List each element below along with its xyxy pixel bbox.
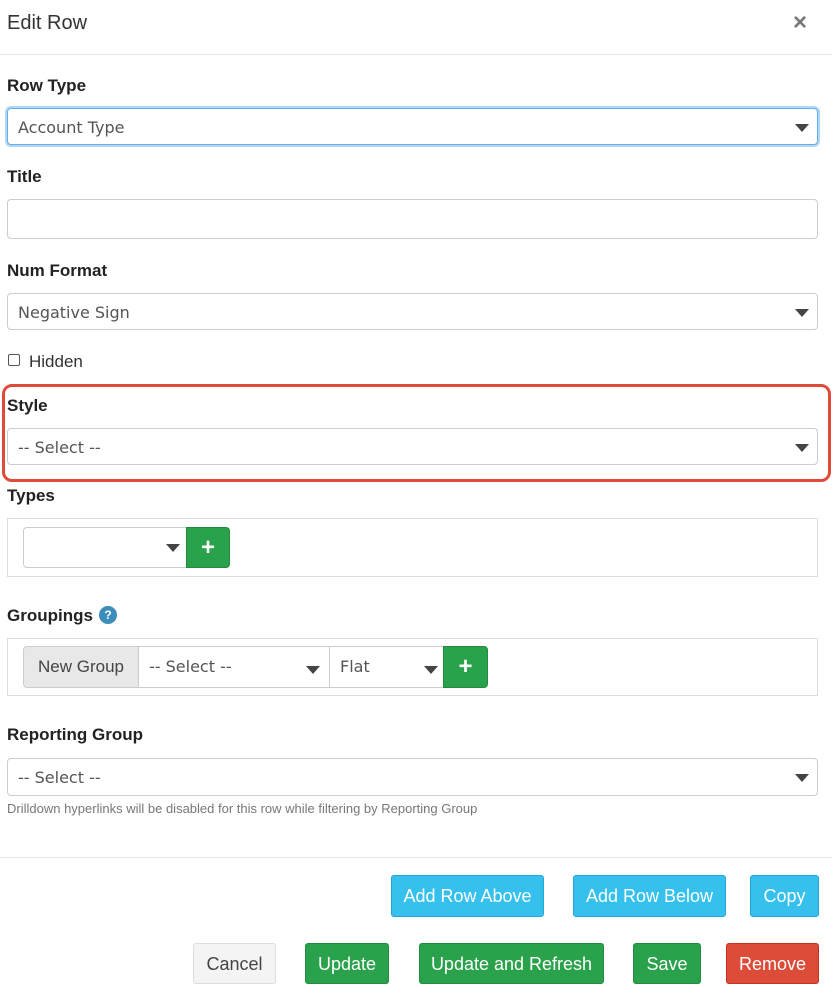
new-group-addon: New Group xyxy=(23,646,139,688)
modal-header: Edit Row × xyxy=(0,0,832,55)
grouping-mode-select[interactable]: Flat xyxy=(329,646,444,688)
update-button[interactable]: Update xyxy=(305,943,389,984)
cancel-button[interactable]: Cancel xyxy=(193,943,276,984)
num-format-label: Num Format xyxy=(7,261,108,280)
row-type-select[interactable]: Account Type xyxy=(7,108,818,145)
remove-button[interactable]: Remove xyxy=(726,943,819,984)
chevron-down-icon xyxy=(424,666,438,674)
chevron-down-icon xyxy=(795,309,809,317)
num-format-select[interactable]: Negative Sign xyxy=(7,293,818,330)
groupings-label: Groupings xyxy=(7,606,93,625)
add-grouping-button[interactable]: + xyxy=(443,646,488,688)
num-format-value: Negative Sign xyxy=(18,303,130,322)
grouping-select[interactable]: -- Select -- xyxy=(138,646,330,688)
copy-button[interactable]: Copy xyxy=(750,875,819,917)
reporting-group-select[interactable]: -- Select -- xyxy=(7,758,818,796)
chevron-down-icon xyxy=(795,124,809,132)
grouping-select-value: -- Select -- xyxy=(149,657,232,676)
row-type-label: Row Type xyxy=(7,76,87,95)
title-input[interactable] xyxy=(7,199,818,239)
hidden-label: Hidden xyxy=(29,352,83,371)
chevron-down-icon xyxy=(166,544,180,552)
help-icon[interactable]: ? xyxy=(99,606,117,624)
hidden-checkbox[interactable] xyxy=(8,354,20,366)
reporting-group-label: Reporting Group xyxy=(7,725,143,744)
types-select[interactable] xyxy=(23,527,187,568)
reporting-group-value: -- Select -- xyxy=(18,768,101,787)
save-button[interactable]: Save xyxy=(633,943,701,984)
title-label: Title xyxy=(7,167,42,186)
style-select[interactable]: -- Select -- xyxy=(7,428,818,465)
add-row-below-button[interactable]: Add Row Below xyxy=(573,875,726,917)
style-value: -- Select -- xyxy=(18,438,101,457)
add-type-button[interactable]: + xyxy=(186,527,230,568)
chevron-down-icon xyxy=(795,444,809,452)
close-icon[interactable]: × xyxy=(793,11,807,35)
update-and-refresh-button[interactable]: Update and Refresh xyxy=(419,943,604,984)
add-row-above-button[interactable]: Add Row Above xyxy=(391,875,544,917)
plus-icon: + xyxy=(458,653,473,680)
chevron-down-icon xyxy=(795,774,809,782)
row-type-value: Account Type xyxy=(18,118,125,137)
chevron-down-icon xyxy=(306,666,320,674)
grouping-mode-value: Flat xyxy=(340,657,370,676)
reporting-group-hint: Drilldown hyperlinks will be disabled fo… xyxy=(7,801,478,816)
plus-icon: + xyxy=(200,533,216,561)
modal-title: Edit Row xyxy=(7,12,88,34)
footer-divider xyxy=(0,857,832,858)
types-label: Types xyxy=(7,486,55,505)
style-label: Style xyxy=(7,396,48,415)
